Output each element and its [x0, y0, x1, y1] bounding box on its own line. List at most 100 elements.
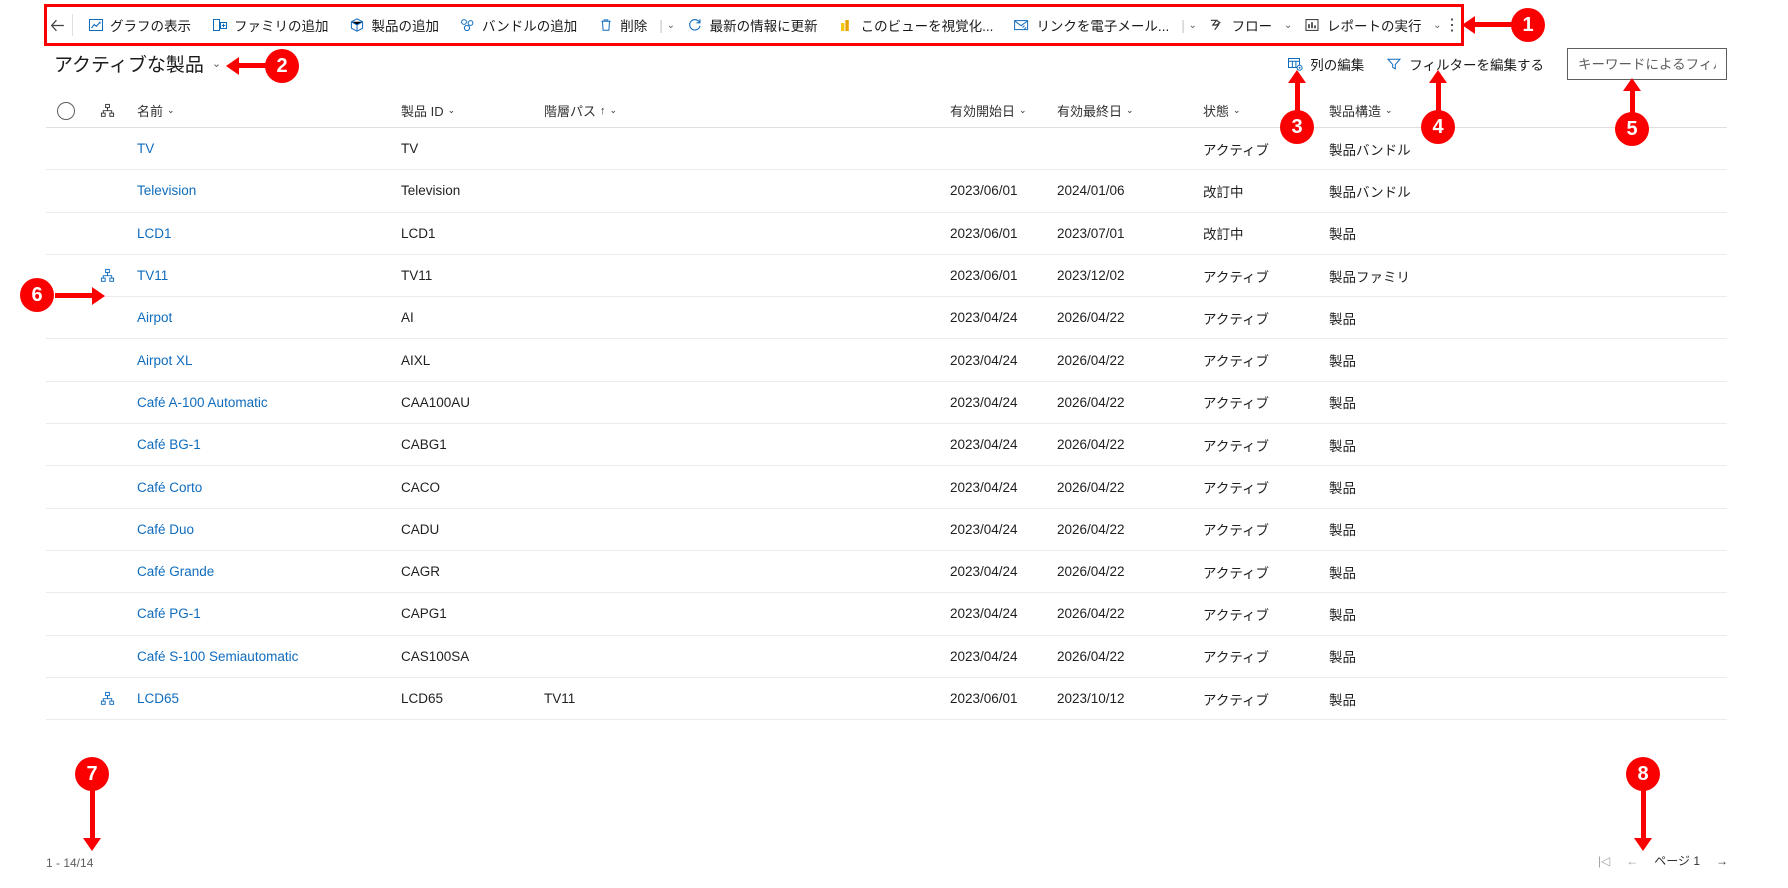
select-all-checkbox[interactable] [57, 101, 75, 120]
cell-product-id: CAPG1 [401, 606, 544, 621]
table-row[interactable]: Café Duo CADU 2023/04/24 2026/04/22 アクティブ 製品 [46, 509, 1727, 551]
column-header-valid-from[interactable]: 有効開始日 ⌄ [950, 101, 1057, 120]
cell-name[interactable]: Café Duo [129, 522, 401, 537]
add-product-button[interactable]: 製品の追加 [339, 7, 450, 43]
valid-from-value: 2023/06/01 [950, 225, 1018, 241]
cell-name[interactable]: TV [129, 141, 401, 156]
column-header-valid-to[interactable]: 有効最終日 ⌄ [1057, 101, 1203, 120]
cell-valid-from: 2023/04/24 [950, 353, 1057, 368]
cell-name[interactable]: Café A-100 Automatic [129, 395, 401, 410]
product-name-link[interactable]: Café Grande [137, 564, 214, 579]
cell-name[interactable]: Café Corto [129, 480, 401, 495]
product-name-link[interactable]: Café PG-1 [137, 606, 201, 621]
table-row[interactable]: LCD1 LCD1 2023/06/01 2023/07/01 改訂中 製品 [46, 213, 1727, 255]
next-page-button[interactable]: → [1716, 854, 1728, 868]
add-bundle-button[interactable]: バンドルの追加 [449, 7, 587, 43]
refresh-label: 最新の情報に更新 [709, 19, 818, 34]
back-button[interactable] [46, 7, 68, 43]
table-row[interactable]: LCD65 LCD65 TV11 2023/06/01 2023/10/12 アクティブ 製… [46, 678, 1727, 721]
product-name-link[interactable]: Television [137, 183, 196, 198]
delete-button[interactable]: 削除 [587, 7, 657, 43]
product-name-link[interactable]: TV11 [137, 268, 168, 283]
table-row[interactable]: Television Television 2023/06/01 2024/01/06… [46, 170, 1727, 213]
run-report-button[interactable]: レポートの実行 [1294, 7, 1432, 43]
cell-valid-to: 2026/04/22 [1057, 395, 1203, 410]
cell-name[interactable]: Café Grande [129, 564, 401, 579]
edit-filters-button[interactable]: フィルターを編集する [1375, 48, 1555, 80]
product-name-link[interactable]: Airpot XL [137, 353, 193, 368]
product-name-link[interactable]: Airpot [137, 310, 172, 325]
product-name-link[interactable]: Café S-100 Semiautomatic [137, 649, 298, 664]
cell-valid-from: 2023/04/24 [950, 649, 1057, 664]
sort-ascending-icon: ↑ [600, 104, 606, 117]
table-row[interactable]: Café S-100 Semiautomatic CAS100SA 2023/04/… [46, 636, 1727, 678]
command-overflow-button[interactable]: ⋮ [1443, 9, 1461, 41]
flow-caret[interactable]: ⌄ [1282, 10, 1294, 40]
first-page-button[interactable]: |◁ [1598, 854, 1610, 868]
cell-name[interactable]: Café PG-1 [129, 606, 401, 621]
product-structure-value: 製品バンドル [1329, 142, 1411, 158]
cell-name[interactable]: Café BG-1 [129, 437, 401, 452]
valid-to-value: 2026/04/22 [1057, 394, 1125, 410]
annotation-badge-5: 5 [1615, 112, 1649, 146]
table-row[interactable]: TV11 TV11 2023/06/01 2023/12/02 アクティブ 製品ファミリ [46, 255, 1727, 298]
table-row[interactable]: Café Grande CAGR 2023/04/24 2026/04/22 アクティブ… [46, 551, 1727, 594]
cell-valid-from: 2023/06/01 [950, 183, 1057, 198]
previous-page-button[interactable]: ← [1626, 854, 1638, 868]
column-header-name[interactable]: 名前 ⌄ [129, 101, 401, 120]
select-all-cell[interactable] [46, 101, 86, 120]
state-value: 改訂中 [1203, 227, 1244, 243]
cell-name[interactable]: LCD65 [129, 691, 401, 706]
table-row[interactable]: Café BG-1 CABG1 2023/04/24 2026/04/22 アクティブ 製… [46, 424, 1727, 467]
cell-name[interactable]: Café S-100 Semiautomatic [129, 649, 401, 664]
email-more-caret[interactable]: ⌄ [1187, 10, 1199, 40]
product-name-link[interactable]: Café BG-1 [137, 437, 201, 452]
product-name-link[interactable]: LCD65 [137, 691, 179, 706]
column-header-product-id[interactable]: 製品 ID ⌄ [401, 101, 544, 120]
quick-find-box[interactable] [1567, 48, 1727, 80]
cell-name[interactable]: Airpot [129, 310, 401, 325]
row-hierarchy-cell[interactable] [86, 268, 129, 283]
delete-more-caret[interactable]: ⌄ [665, 10, 677, 40]
column-header-hierarchy-path[interactable]: 階層パス ↑ ⌄ [544, 101, 950, 120]
product-name-link[interactable]: LCD1 [137, 226, 172, 241]
search-input[interactable] [1576, 49, 1718, 79]
cell-name[interactable]: TV11 [129, 268, 401, 283]
row-hierarchy-cell[interactable] [86, 691, 129, 706]
cell-name[interactable]: LCD1 [129, 226, 401, 241]
visualize-view-button[interactable]: このビューを視覚化... [828, 7, 1004, 43]
product-id-value: TV [401, 141, 419, 157]
hierarchy-icon[interactable] [100, 691, 115, 706]
product-structure-value: 製品 [1329, 227, 1356, 243]
table-row[interactable]: TV TV アクティブ 製品バンドル [46, 128, 1727, 171]
app-root: グラフの表示 ファミリの追加 製品の追加 バンドルの追加 削除 | ⌄ 最新の情… [0, 0, 1788, 888]
cell-valid-to: 2026/04/22 [1057, 353, 1203, 368]
cell-product-id: CAA100AU [401, 395, 544, 410]
table-row[interactable]: Airpot AI 2023/04/24 2026/04/22 アクティブ 製品 [46, 297, 1727, 340]
email-link-button[interactable]: リンクを電子メール... [1003, 7, 1179, 43]
cell-name[interactable]: Television [129, 183, 401, 198]
show-chart-button[interactable]: グラフの表示 [77, 7, 201, 43]
view-selector[interactable]: アクティブな製品 ⌄ [54, 50, 221, 77]
product-id-value: CAS100SA [401, 648, 470, 664]
flow-button[interactable]: フロー [1199, 7, 1283, 43]
add-family-button[interactable]: ファミリの追加 [201, 7, 339, 43]
product-id-value: CAGR [401, 564, 441, 580]
product-name-link[interactable]: TV [137, 141, 154, 156]
refresh-button[interactable]: 最新の情報に更新 [677, 7, 828, 43]
table-row[interactable]: Café PG-1 CAPG1 2023/04/24 2026/04/22 アクティブ 製… [46, 593, 1727, 636]
valid-from-value: 2023/06/01 [950, 691, 1018, 706]
product-name-link[interactable]: Café Corto [137, 480, 202, 495]
cell-name[interactable]: Airpot XL [129, 353, 401, 368]
column-header-product-structure[interactable]: 製品構造 ⌄ [1329, 101, 1509, 120]
cell-state: アクティブ [1203, 139, 1329, 159]
product-name-link[interactable]: Café Duo [137, 522, 194, 537]
table-row[interactable]: Café Corto CACO 2023/04/24 2026/04/22 アクティブ 製… [46, 466, 1727, 509]
run-report-caret[interactable]: ⌄ [1431, 10, 1443, 40]
annotation-arrowhead-5 [1623, 78, 1641, 91]
hierarchy-icon[interactable] [100, 268, 115, 283]
table-row[interactable]: Airpot XL AIXL 2023/04/24 2026/04/22 アクティブ 製品 [46, 339, 1727, 382]
table-row[interactable]: Café A-100 Automatic CAA100AU 2023/04/24 20… [46, 382, 1727, 425]
product-name-link[interactable]: Café A-100 Automatic [137, 395, 268, 410]
chart-icon [87, 17, 104, 34]
